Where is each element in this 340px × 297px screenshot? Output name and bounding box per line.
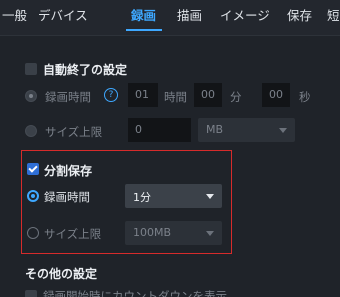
auto-stop-size-label: サイズ上限 [45, 125, 103, 139]
auto-stop-size-radio[interactable] [25, 125, 37, 137]
auto-stop-title: 自動終了の設定 [43, 63, 128, 77]
split-size-select[interactable]: 100MB [125, 221, 222, 245]
chevron-down-icon [206, 231, 214, 236]
tab-truncated[interactable]: 短 [327, 5, 340, 24]
tab-image[interactable]: イメージ [220, 5, 270, 24]
split-time-value: 1分 [133, 191, 151, 204]
active-tab-indicator [126, 29, 162, 31]
split-size-label: サイズ上限 [44, 227, 102, 241]
auto-stop-checkbox[interactable] [25, 63, 37, 75]
size-limit-input[interactable]: 0 [128, 118, 191, 142]
chevron-down-icon [206, 194, 214, 199]
settings-tab-bar: 一般 デバイス 録画 描画 イメージ 保存 短 [0, 0, 340, 36]
countdown-checkbox[interactable] [25, 290, 37, 297]
auto-stop-time-label: 録画時間 [45, 90, 91, 104]
minutes-unit: 分 [230, 90, 242, 104]
tab-save[interactable]: 保存 [287, 5, 312, 24]
tab-device[interactable]: デバイス [38, 5, 88, 24]
minutes-input[interactable]: 00 [194, 83, 222, 107]
chevron-down-icon [279, 128, 287, 133]
seconds-input[interactable]: 00 [262, 83, 290, 107]
tab-general[interactable]: 一般 [2, 5, 27, 24]
countdown-label: 録画開始時にカウントダウンを表示 [43, 289, 227, 297]
auto-stop-time-radio[interactable] [25, 90, 37, 102]
split-size-value: 100MB [133, 226, 172, 239]
help-icon[interactable]: ? [104, 88, 118, 102]
split-size-radio[interactable] [27, 227, 39, 239]
split-time-radio[interactable] [27, 190, 39, 202]
split-time-label: 録画時間 [44, 190, 90, 204]
hours-input[interactable]: 01 [128, 83, 158, 107]
split-time-select[interactable]: 1分 [125, 184, 222, 208]
hours-unit: 時間 [164, 90, 187, 104]
tab-drawing[interactable]: 描画 [177, 5, 202, 24]
size-unit-select[interactable]: MB [198, 118, 295, 142]
tab-recording[interactable]: 録画 [131, 5, 156, 24]
other-settings-title: その他の設定 [25, 267, 98, 281]
seconds-unit: 秒 [299, 90, 311, 104]
split-save-checkbox[interactable] [27, 163, 39, 175]
size-unit-value: MB [206, 123, 224, 136]
split-save-title: 分割保存 [44, 164, 93, 178]
